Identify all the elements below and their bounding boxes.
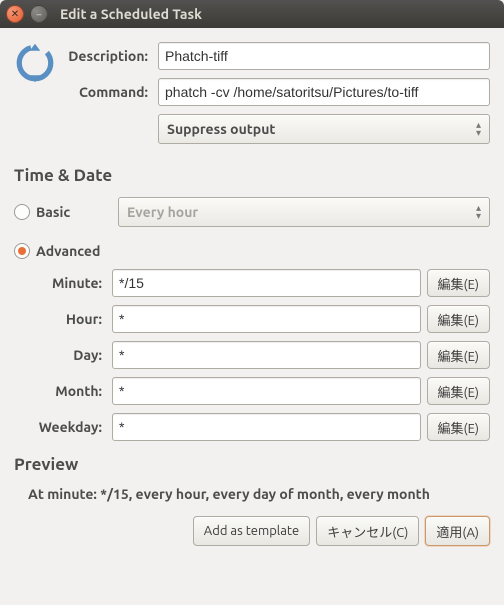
cancel-button[interactable]: キャンセル(C) bbox=[316, 516, 419, 546]
command-input[interactable] bbox=[158, 78, 490, 106]
close-icon[interactable]: ✕ bbox=[6, 5, 24, 23]
titlebar: ✕ – Edit a Scheduled Task bbox=[0, 0, 504, 28]
basic-interval-select: Every hour ▴▾ bbox=[118, 197, 490, 227]
command-label: Command: bbox=[60, 84, 158, 100]
preview-text: At minute: */15, every hour, every day o… bbox=[28, 486, 490, 502]
chevron-updown-icon: ▴▾ bbox=[476, 204, 481, 220]
advanced-radio-label: Advanced bbox=[36, 243, 118, 259]
month-label: Month: bbox=[14, 383, 112, 399]
day-label: Day: bbox=[14, 347, 112, 363]
weekday-input[interactable] bbox=[112, 413, 421, 441]
weekday-label: Weekday: bbox=[14, 419, 112, 435]
advanced-radio[interactable] bbox=[14, 243, 30, 259]
hour-input[interactable] bbox=[112, 305, 421, 333]
description-label: Description: bbox=[60, 48, 158, 64]
weekday-edit-button[interactable]: 編集(E) bbox=[427, 413, 490, 441]
dialog-content: Description: Command: Suppress output ▴▾… bbox=[0, 28, 504, 556]
hour-edit-button[interactable]: 編集(E) bbox=[427, 305, 490, 333]
basic-interval-value: Every hour bbox=[127, 204, 198, 220]
minute-edit-button[interactable]: 編集(E) bbox=[427, 269, 490, 297]
minimize-icon[interactable]: – bbox=[30, 5, 48, 23]
minute-label: Minute: bbox=[14, 275, 112, 291]
apply-button[interactable]: 適用(A) bbox=[425, 516, 490, 546]
output-select-value: Suppress output bbox=[167, 121, 275, 137]
preview-heading: Preview bbox=[14, 455, 490, 474]
description-input[interactable] bbox=[158, 42, 490, 70]
output-select[interactable]: Suppress output ▴▾ bbox=[158, 114, 490, 144]
basic-radio[interactable] bbox=[14, 204, 30, 220]
scheduled-task-icon bbox=[14, 42, 56, 84]
minute-input[interactable] bbox=[112, 269, 421, 297]
basic-radio-label: Basic bbox=[36, 204, 118, 220]
month-edit-button[interactable]: 編集(E) bbox=[427, 377, 490, 405]
day-edit-button[interactable]: 編集(E) bbox=[427, 341, 490, 369]
dialog-footer: Add as template キャンセル(C) 適用(A) bbox=[14, 516, 490, 546]
window-title: Edit a Scheduled Task bbox=[60, 6, 202, 22]
day-input[interactable] bbox=[112, 341, 421, 369]
month-input[interactable] bbox=[112, 377, 421, 405]
chevron-updown-icon: ▴▾ bbox=[476, 121, 481, 137]
hour-label: Hour: bbox=[14, 311, 112, 327]
add-template-button[interactable]: Add as template bbox=[193, 516, 310, 546]
time-date-heading: Time & Date bbox=[14, 166, 490, 185]
